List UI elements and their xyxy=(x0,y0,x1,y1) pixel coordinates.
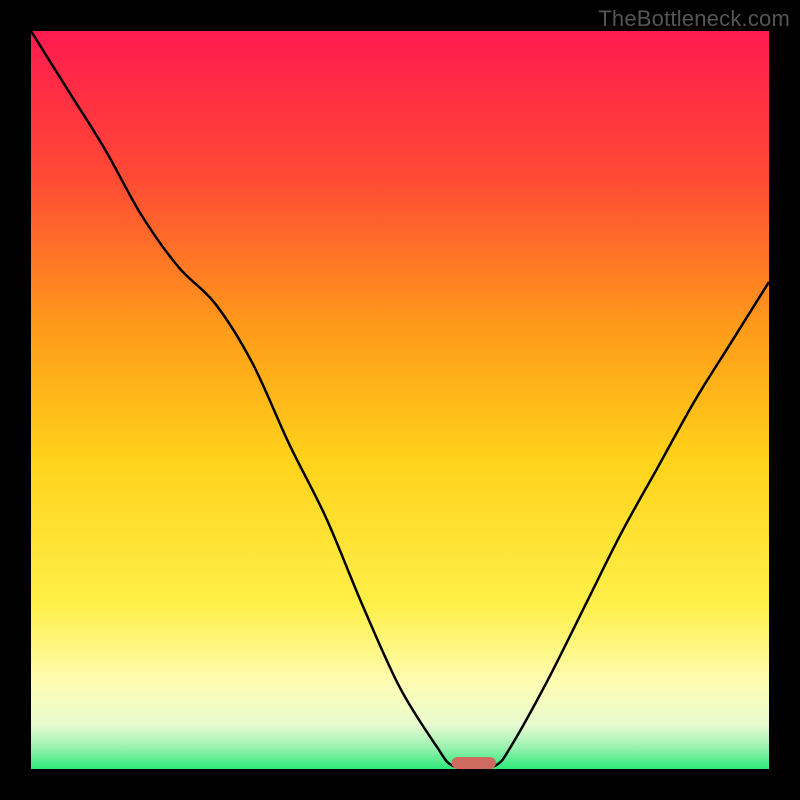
attribution-label: TheBottleneck.com xyxy=(598,6,790,32)
bottleneck-curve xyxy=(31,31,769,769)
chart-frame: TheBottleneck.com xyxy=(0,0,800,800)
optimal-range-marker xyxy=(452,757,496,769)
plot-area xyxy=(31,31,769,769)
bottleneck-curve-path xyxy=(31,31,769,769)
